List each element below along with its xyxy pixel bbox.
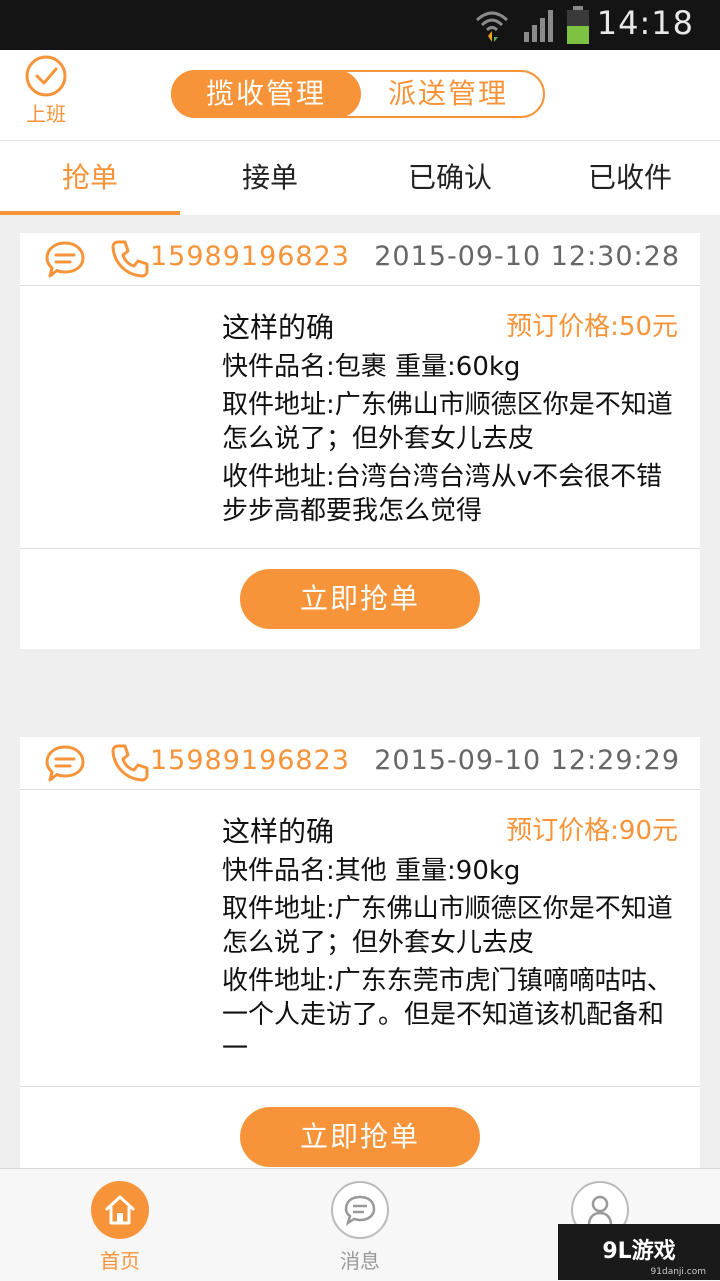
watermark-logo-text: 9L游戏 (602, 1239, 676, 1264)
delivery-address: 收件地址:广东东莞市虎门镇嘀嘀咕咕、一个人走访了。但是不知道该机配备和一 (222, 966, 673, 1064)
order-price: 预订价格:90元 (506, 816, 678, 846)
order-details: 这样的确 预订价格:90元 快件品名:其他 重量:90kg 取件地址:广东佛山市… (20, 790, 700, 1087)
nav-messages-label: 消息 (340, 1249, 380, 1273)
chat-bubble-icon[interactable] (44, 744, 86, 784)
clock: 14:18 (596, 4, 694, 42)
duty-toggle[interactable]: 上班 (20, 54, 72, 127)
management-switch: 揽收管理 派送管理 (171, 70, 545, 118)
tab-pickup-management[interactable]: 揽收管理 (171, 70, 361, 118)
customer-phone[interactable]: 15989196823 (150, 241, 350, 272)
order-datetime: 2015-09-10 12:30:28 (374, 241, 680, 272)
watermark-url: 91danji.com (650, 1267, 706, 1277)
order-datetime: 2015-09-10 12:29:29 (374, 745, 680, 776)
duty-label: 上班 (26, 102, 66, 126)
nav-messages[interactable]: 消息 (320, 1181, 400, 1274)
user-icon (587, 1195, 613, 1226)
delivery-address: 收件地址:台湾台湾台湾从v不会很不错步步高都要我怎么觉得 (222, 462, 663, 526)
order-card: 15989196823 2015-09-10 12:29:29 这样的确 预订价… (20, 737, 700, 1187)
tab-grab-order[interactable]: 抢单 (0, 141, 180, 215)
order-title: 这样的确 (222, 815, 335, 848)
tab-delivery-management[interactable]: 派送管理 (353, 70, 543, 118)
phone-icon[interactable] (110, 239, 150, 279)
order-card-header: 15989196823 2015-09-10 12:30:28 (20, 233, 700, 286)
top-bar: 上班 揽收管理 派送管理 (0, 50, 720, 140)
order-details: 这样的确 预订价格:50元 快件品名:包裹 重量:60kg 取件地址:广东佛山市… (20, 286, 700, 549)
tab-received[interactable]: 已收件 (540, 141, 720, 215)
message-icon (344, 1195, 376, 1226)
order-title: 这样的确 (222, 311, 335, 344)
home-icon (105, 1195, 135, 1225)
tab-confirmed[interactable]: 已确认 (360, 141, 540, 215)
grab-order-button[interactable]: 立即抢单 (240, 1107, 480, 1167)
item-info: 快件品名:其他 重量:90kg (222, 856, 521, 886)
customer-phone[interactable]: 15989196823 (150, 745, 350, 776)
order-card-footer: 立即抢单 (20, 549, 700, 649)
order-tabs: 抢单 接单 已确认 已收件 (0, 140, 720, 215)
order-card: 15989196823 2015-09-10 12:30:28 这样的确 预订价… (20, 233, 700, 649)
check-circle-icon (25, 55, 67, 97)
chat-bubble-icon[interactable] (44, 240, 86, 280)
pickup-address: 取件地址:广东佛山市顺德区你是不知道怎么说了；但外套女儿去皮 (222, 894, 673, 958)
order-price: 预订价格:50元 (506, 312, 678, 342)
signal-icon (524, 10, 553, 42)
order-card-header: 15989196823 2015-09-10 12:29:29 (20, 737, 700, 790)
status-bar: 14:18 (0, 0, 720, 50)
phone-icon[interactable] (110, 743, 150, 783)
nav-home-label: 首页 (100, 1249, 140, 1273)
site-watermark: 9L游戏 91danji.com (558, 1224, 720, 1280)
grab-order-button[interactable]: 立即抢单 (240, 569, 480, 629)
tab-accept-order[interactable]: 接单 (180, 141, 360, 215)
item-info: 快件品名:包裹 重量:60kg (222, 352, 521, 382)
nav-home[interactable]: 首页 (80, 1181, 160, 1274)
pickup-address: 取件地址:广东佛山市顺德区你是不知道怎么说了；但外套女儿去皮 (222, 390, 673, 454)
battery-icon (567, 6, 589, 44)
wifi-icon (475, 11, 509, 42)
